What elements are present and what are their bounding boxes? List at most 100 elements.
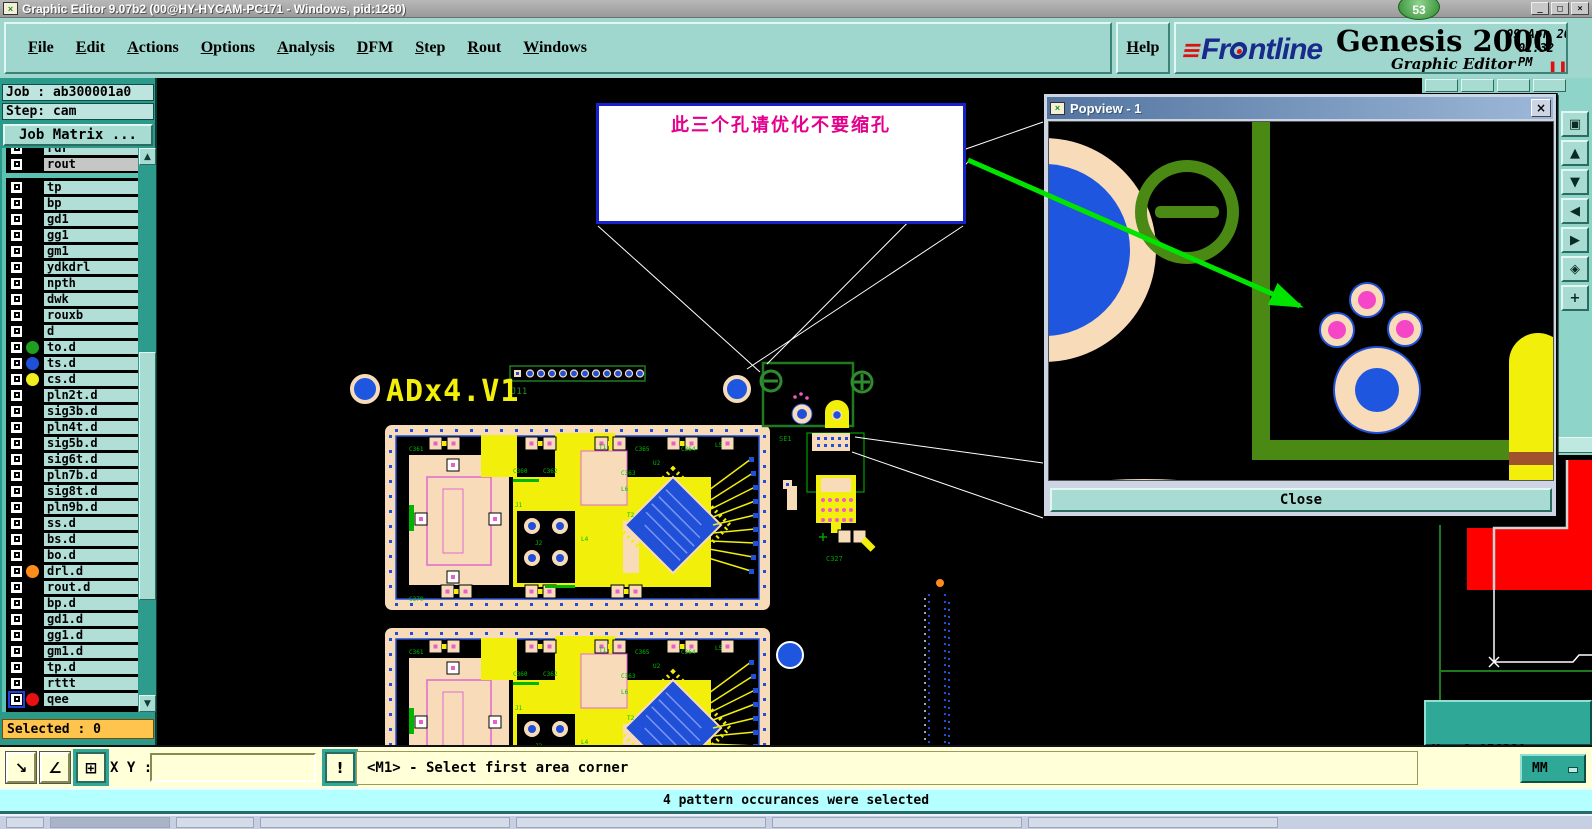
layer-name[interactable]: qee <box>43 691 138 707</box>
taskbar-item[interactable] <box>260 817 510 828</box>
layer-name[interactable]: tp <box>43 179 138 195</box>
layer-name[interactable]: bo.d <box>43 547 138 563</box>
maximize-button[interactable]: □ <box>1551 2 1569 15</box>
scroll-up-icon[interactable]: ▲ <box>139 148 156 165</box>
toolbar-button-partial[interactable] <box>1497 79 1530 92</box>
layer-name[interactable]: d <box>43 323 138 339</box>
layer-checkbox[interactable] <box>10 292 23 306</box>
job-field[interactable]: Job : ab300001a0 <box>2 84 154 101</box>
layer-checkbox[interactable] <box>10 324 23 338</box>
popview-close-icon[interactable]: × <box>1531 99 1551 117</box>
layer-checkbox[interactable] <box>10 612 23 626</box>
layer-row-npth[interactable]: npth <box>6 275 138 291</box>
layer-checkbox[interactable] <box>10 212 23 226</box>
step-field[interactable]: Step: cam <box>2 103 154 120</box>
layer-name[interactable]: ts.d <box>43 355 138 371</box>
layer-name[interactable]: sig6t.d <box>43 451 138 467</box>
taskbar-item[interactable] <box>516 817 766 828</box>
layer-name[interactable]: dwk <box>43 291 138 307</box>
layer-checkbox[interactable] <box>10 228 23 242</box>
menu-edit[interactable]: Edit <box>76 39 105 57</box>
taskbar-item[interactable] <box>176 817 254 828</box>
layer-row-pln9b.d[interactable]: pln9b.d <box>6 499 138 515</box>
layer-checkbox[interactable] <box>10 260 23 274</box>
popview-titlebar[interactable]: × Popview - 1 × <box>1047 97 1553 119</box>
layer-row-rouxb[interactable]: rouxb <box>6 307 138 323</box>
layer-row-ss.d[interactable]: ss.d <box>6 515 138 531</box>
layer-checkbox[interactable] <box>10 676 23 690</box>
layer-name[interactable]: gd1 <box>43 211 138 227</box>
layer-checkbox[interactable] <box>10 244 23 258</box>
layer-checkbox[interactable] <box>10 340 23 354</box>
layer-row-qee[interactable]: qee <box>6 690 138 708</box>
layer-name[interactable]: gg1.d <box>43 627 138 643</box>
layer-scrollbar[interactable]: ▲ ▼ <box>139 148 156 712</box>
layer-checkbox[interactable] <box>10 532 23 546</box>
layer-name[interactable]: gm1.d <box>43 643 138 659</box>
layer-row-sig3b.d[interactable]: sig3b.d <box>6 403 138 419</box>
layer-name[interactable]: pln2t.d <box>43 387 138 403</box>
layer-checkbox[interactable] <box>10 596 23 610</box>
pan-down-icon[interactable]: ▼ <box>1561 169 1589 195</box>
menu-actions[interactable]: Actions <box>127 39 179 57</box>
layer-checkbox[interactable] <box>10 148 23 155</box>
layer-checkbox[interactable] <box>10 468 23 482</box>
toolbar-button-partial[interactable] <box>1533 79 1566 92</box>
layer-checkbox[interactable] <box>10 308 23 322</box>
layer-name[interactable]: rout <box>43 156 138 172</box>
menu-analysis[interactable]: Analysis <box>277 39 335 57</box>
popview-canvas[interactable] <box>1048 121 1554 481</box>
layer-row-gm1[interactable]: gm1 <box>6 243 138 259</box>
layer-name[interactable]: drl.d <box>43 563 138 579</box>
layer-name[interactable]: bp.d <box>43 595 138 611</box>
layer-checkbox[interactable] <box>10 356 23 370</box>
layer-row-rout[interactable]: rout <box>6 156 138 172</box>
layer-row-to.d[interactable]: to.d <box>6 339 138 355</box>
layer-checkbox[interactable] <box>10 516 23 530</box>
layer-name[interactable]: bs.d <box>43 531 138 547</box>
layer-row-bp.d[interactable]: bp.d <box>6 595 138 611</box>
layer-name[interactable]: cs.d <box>43 371 138 387</box>
layer-name[interactable]: rdr <box>43 148 138 156</box>
layer-name[interactable]: sig5b.d <box>43 435 138 451</box>
os-taskbar[interactable] <box>0 814 1592 829</box>
layer-name[interactable]: pln7b.d <box>43 467 138 483</box>
layer-row-pln7b.d[interactable]: pln7b.d <box>6 467 138 483</box>
taskbar-item[interactable] <box>50 817 170 828</box>
layer-name[interactable]: rout.d <box>43 579 138 595</box>
pan-right-icon[interactable]: ▶ <box>1561 227 1589 253</box>
layer-row-rttt[interactable]: rttt <box>6 675 138 691</box>
layer-row-pln2t.d[interactable]: pln2t.d <box>6 387 138 403</box>
layer-name[interactable]: gg1 <box>43 227 138 243</box>
xy-input[interactable] <box>150 753 316 782</box>
layer-row-gg1[interactable]: gg1 <box>6 227 138 243</box>
layer-name[interactable]: to.d <box>43 339 138 355</box>
close-button[interactable]: × <box>1571 2 1589 15</box>
layer-checkbox[interactable] <box>10 436 23 450</box>
popview-close-button[interactable]: Close <box>1050 488 1552 512</box>
layer-checkbox[interactable] <box>10 660 23 674</box>
resize-tool-icon[interactable]: ↘ <box>5 751 37 784</box>
layer-name[interactable]: pln9b.d <box>43 499 138 515</box>
layer-name[interactable]: pln4t.d <box>43 419 138 435</box>
minimize-button[interactable]: _ <box>1531 2 1549 15</box>
layer-checkbox[interactable] <box>10 404 23 418</box>
layer-checkbox[interactable] <box>10 157 23 171</box>
layer-checkbox[interactable] <box>10 420 23 434</box>
grid-tool-icon[interactable]: ⊞ <box>76 752 106 783</box>
layer-row-gm1.d[interactable]: gm1.d <box>6 643 138 659</box>
menu-windows[interactable]: Windows <box>523 39 587 57</box>
alert-button[interactable]: ! <box>325 752 355 783</box>
taskbar-item[interactable] <box>1028 817 1278 828</box>
menu-rout[interactable]: Rout <box>467 39 501 57</box>
menu-file[interactable]: File <box>28 39 54 57</box>
center-view-icon[interactable]: + <box>1561 285 1589 311</box>
toolbar-button-partial[interactable] <box>1425 79 1458 92</box>
layer-checkbox[interactable] <box>10 196 23 210</box>
layer-row-gg1.d[interactable]: gg1.d <box>6 627 138 643</box>
scroll-down-icon[interactable]: ▼ <box>139 695 156 712</box>
layer-name[interactable]: gm1 <box>43 243 138 259</box>
layer-checkbox[interactable] <box>10 180 23 194</box>
layer-row-d[interactable]: d <box>6 323 138 339</box>
layer-row-sig5b.d[interactable]: sig5b.d <box>6 435 138 451</box>
